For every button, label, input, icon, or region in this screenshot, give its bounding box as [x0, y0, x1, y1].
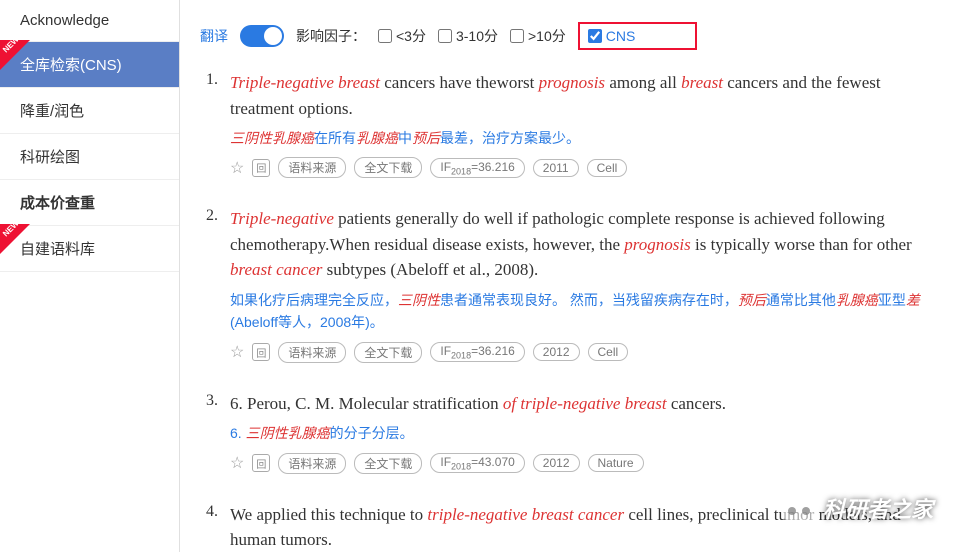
copy-icon[interactable]: 回 [252, 454, 270, 472]
copy-icon[interactable]: 回 [252, 343, 270, 361]
copy-icon[interactable]: 回 [252, 159, 270, 177]
sidebar-item-label: 自建语料库 [20, 241, 95, 258]
sidebar-item-label: 全库检索(CNS) [20, 57, 122, 74]
result-number: 4. [200, 502, 218, 552]
year-pill[interactable]: 2012 [533, 454, 580, 472]
download-pill[interactable]: 全文下载 [354, 342, 422, 363]
star-icon[interactable]: ☆ [230, 453, 244, 473]
result-item: 3. 6. Perou, C. M. Molecular stratificati… [200, 391, 933, 474]
sidebar-item-label: 降重/润色 [20, 103, 84, 120]
svg-text:NEW: NEW [1, 40, 21, 54]
sidebar-item-4[interactable]: 成本价查重 [0, 180, 179, 226]
download-pill[interactable]: 全文下载 [354, 453, 422, 474]
filter-opt-2[interactable]: >10分 [510, 26, 566, 46]
sidebar-item-2[interactable]: 降重/润色 [0, 88, 179, 134]
result-number: 3. [200, 391, 218, 474]
star-icon[interactable]: ☆ [230, 158, 244, 178]
impact-factor-pill[interactable]: IF2018=36.216 [430, 342, 524, 362]
star-icon[interactable]: ☆ [230, 342, 244, 362]
impact-factor-pill[interactable]: IF2018=36.216 [430, 158, 524, 178]
results-list: 1.Triple-negative breast cancers have th… [200, 70, 933, 552]
sidebar-item-1[interactable]: NEW 全库检索(CNS) [0, 42, 179, 88]
filter-opt-1[interactable]: 3-10分 [438, 26, 498, 46]
result-tags: ☆ 回语料来源全文下载 IF2018=43.070 2012 Nature [230, 453, 933, 474]
filter-cns[interactable]: CNS [578, 22, 698, 50]
result-item: 2.Triple-negative patients generally do … [200, 206, 933, 362]
impact-factor-pill[interactable]: IF2018=43.070 [430, 453, 524, 473]
filter-opt-0[interactable]: <3分 [378, 26, 426, 46]
filter-opt-checkbox[interactable] [378, 29, 392, 43]
download-pill[interactable]: 全文下载 [354, 157, 422, 178]
result-chinese: 6. 三阴性乳腺癌的分子分层。 [230, 422, 933, 444]
result-chinese: 三阴性乳腺癌在所有乳腺癌中预后最差，治疗方案最少。 [230, 127, 933, 149]
result-number: 2. [200, 206, 218, 362]
filter-opt-checkbox[interactable] [510, 29, 524, 43]
year-pill[interactable]: 2011 [533, 159, 579, 177]
sidebar-item-0[interactable]: Acknowledge [0, 0, 179, 42]
sidebar-item-5[interactable]: NEW 自建语料库 [0, 226, 179, 272]
translate-label: 翻译 [200, 26, 228, 46]
filter-row: 翻译 影响因子： <3分 3-10分 >10分 CNS [200, 10, 933, 70]
result-tags: ☆ 回语料来源全文下载 IF2018=36.216 2012 Cell [230, 342, 933, 363]
year-pill[interactable]: 2012 [533, 343, 580, 361]
result-english: 6. Perou, C. M. Molecular stratification… [230, 391, 933, 417]
result-body: 6. Perou, C. M. Molecular stratification… [230, 391, 933, 474]
result-english: We applied this technique to triple-nega… [230, 502, 933, 552]
result-item: 1.Triple-negative breast cancers have th… [200, 70, 933, 178]
filter-cns-checkbox[interactable] [588, 29, 602, 43]
impact-factor-label: 影响因子： [296, 26, 366, 46]
result-english: Triple-negative patients generally do we… [230, 206, 933, 283]
result-tags: ☆ 回语料来源全文下载 IF2018=36.216 2011 Cell [230, 157, 933, 178]
sidebar-item-label: 成本价查重 [20, 195, 95, 212]
result-body: We applied this technique to triple-nega… [230, 502, 933, 552]
sidebar-item-label: 科研绘图 [20, 149, 80, 166]
journal-pill[interactable]: Cell [588, 343, 629, 361]
main-content: 翻译 影响因子： <3分 3-10分 >10分 CNS 1.Triple-negat… [180, 0, 953, 552]
source-pill[interactable]: 语料来源 [278, 342, 346, 363]
translate-toggle[interactable] [240, 25, 284, 47]
filter-opt-checkbox[interactable] [438, 29, 452, 43]
result-chinese: 如果化疗后病理完全反应，三阴性患者通常表现良好。 然而，当残留疾病存在时，预后通… [230, 289, 933, 334]
source-pill[interactable]: 语料来源 [278, 157, 346, 178]
result-item: 4.We applied this technique to triple-ne… [200, 502, 933, 552]
sidebar: Acknowledge NEW 全库检索(CNS) 降重/润色科研绘图成本价查重 NEW… [0, 0, 180, 552]
result-body: Triple-negative breast cancers have thew… [230, 70, 933, 178]
journal-pill[interactable]: Nature [588, 454, 644, 472]
svg-text:NEW: NEW [1, 224, 21, 238]
sidebar-item-3[interactable]: 科研绘图 [0, 134, 179, 180]
result-body: Triple-negative patients generally do we… [230, 206, 933, 362]
sidebar-item-label: Acknowledge [20, 12, 109, 29]
result-english: Triple-negative breast cancers have thew… [230, 70, 933, 121]
result-number: 1. [200, 70, 218, 178]
journal-pill[interactable]: Cell [587, 159, 628, 177]
source-pill[interactable]: 语料来源 [278, 453, 346, 474]
